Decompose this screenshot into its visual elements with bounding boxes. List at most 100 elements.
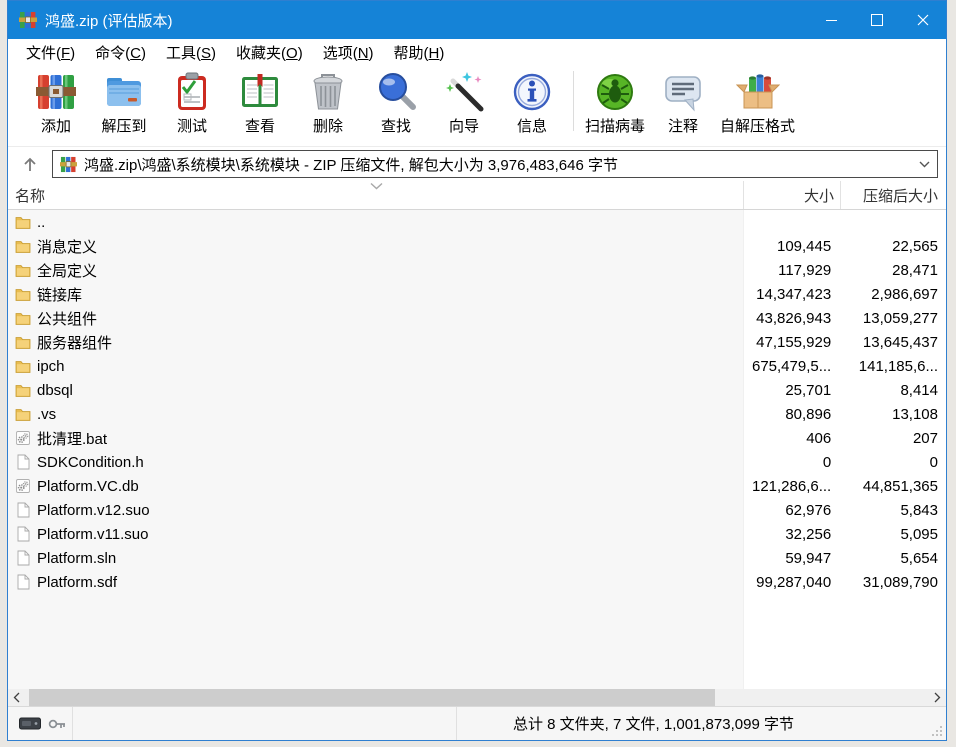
key-icon[interactable]: [48, 717, 66, 731]
file-size: 43,826,943: [741, 310, 837, 327]
menu-item-tools[interactable]: 工具(S): [156, 39, 226, 66]
sfx-button[interactable]: 自解压格式: [717, 70, 798, 136]
scrollbar-track[interactable]: [25, 689, 929, 706]
file-gear-icon: [15, 478, 31, 494]
file-packed-size: 5,843: [837, 502, 946, 519]
file-name: 链接库: [37, 284, 82, 305]
folder-icon: [15, 406, 31, 422]
file-name: 批清理.bat: [37, 428, 107, 449]
scroll-right-button[interactable]: [929, 689, 946, 706]
delete-trash-icon: [306, 70, 350, 114]
table-row[interactable]: ..: [8, 210, 946, 234]
folder-icon: [15, 238, 31, 254]
winrar-archive-icon: [60, 156, 77, 173]
minimize-button[interactable]: [808, 1, 854, 39]
file-packed-size: 0: [837, 454, 946, 471]
file-name: Platform.sdf: [37, 574, 117, 591]
title-bar[interactable]: 鸿盛.zip (评估版本): [8, 1, 946, 39]
add-button[interactable]: 添加: [22, 70, 90, 136]
delete-button[interactable]: 删除: [294, 70, 362, 136]
address-bar: 鸿盛.zip\鸿盛\系统模块\系统模块 - ZIP 压缩文件, 解包大小为 3,…: [8, 147, 946, 181]
scroll-left-button[interactable]: [8, 689, 25, 706]
table-row[interactable]: Platform.v12.suo 62,976 5,843: [8, 498, 946, 522]
test-button[interactable]: 测试: [158, 70, 226, 136]
horizontal-scrollbar[interactable]: [8, 689, 946, 706]
resize-grip-icon[interactable]: [931, 725, 943, 737]
wizard-wand-icon: [442, 70, 486, 114]
table-row[interactable]: 链接库 14,347,423 2,986,697: [8, 282, 946, 306]
maximize-button[interactable]: [854, 1, 900, 39]
comment-button[interactable]: 注释: [649, 70, 717, 136]
scan-virus-button[interactable]: 扫描病毒: [581, 70, 649, 136]
table-row[interactable]: Platform.v11.suo 32,256 5,095: [8, 522, 946, 546]
folder-icon: [15, 214, 31, 230]
file-icon: [15, 502, 31, 518]
toolbar-label: 自解压格式: [720, 115, 795, 136]
file-name: Platform.v12.suo: [37, 502, 150, 519]
file-icon: [15, 454, 31, 470]
table-row[interactable]: dbsql 25,701 8,414: [8, 378, 946, 402]
file-size: 121,286,6...: [741, 478, 837, 495]
folder-icon: [15, 310, 31, 326]
file-name: ipch: [37, 358, 65, 375]
table-row[interactable]: 消息定义 109,445 22,565: [8, 234, 946, 258]
extract-to-button[interactable]: 解压到: [90, 70, 158, 136]
drive-icon[interactable]: [19, 717, 41, 730]
find-magnifier-icon: [374, 70, 418, 114]
table-row[interactable]: Platform.VC.db 121,286,6... 44,851,365: [8, 474, 946, 498]
menu-item-favorites[interactable]: 收藏夹(O): [226, 39, 313, 66]
menu-item-help[interactable]: 帮助(H): [384, 39, 455, 66]
toolbar-separator: [573, 71, 574, 131]
toolbar-label: 查找: [381, 115, 411, 136]
toolbar-label: 扫描病毒: [585, 115, 645, 136]
file-packed-size: 44,851,365: [837, 478, 946, 495]
find-button[interactable]: 查找: [362, 70, 430, 136]
table-row[interactable]: Platform.sdf 99,287,040 31,089,790: [8, 570, 946, 594]
chevron-down-icon[interactable]: [919, 161, 930, 168]
table-row[interactable]: 公共组件 43,826,943 13,059,277: [8, 306, 946, 330]
view-button[interactable]: 查看: [226, 70, 294, 136]
menu-bar: 文件(F) 命令(C) 工具(S) 收藏夹(O) 选项(N) 帮助(H): [8, 39, 946, 65]
up-directory-button[interactable]: [8, 150, 52, 178]
folder-icon: [15, 358, 31, 374]
file-name: .vs: [37, 406, 56, 423]
statusbar-total: 总计 8 文件夹, 7 文件, 1,001,873,099 字节: [457, 713, 794, 734]
archive-path-combobox[interactable]: 鸿盛.zip\鸿盛\系统模块\系统模块 - ZIP 压缩文件, 解包大小为 3,…: [52, 150, 938, 178]
file-packed-size: 5,654: [837, 550, 946, 567]
column-header-packed-size[interactable]: 压缩后大小: [841, 181, 946, 209]
menu-item-commands[interactable]: 命令(C): [85, 39, 156, 66]
close-icon: [917, 14, 929, 26]
table-row[interactable]: 批清理.bat 406 207: [8, 426, 946, 450]
scrollbar-thumb[interactable]: [29, 689, 715, 706]
file-packed-size: 141,185,6...: [837, 358, 946, 375]
menu-item-file[interactable]: 文件(F): [16, 39, 85, 66]
up-arrow-icon: [22, 156, 38, 173]
file-packed-size: 28,471: [837, 262, 946, 279]
table-row[interactable]: Platform.sln 59,947 5,654: [8, 546, 946, 570]
window-title: 鸿盛.zip (评估版本): [45, 10, 173, 31]
info-button[interactable]: 信息: [498, 70, 566, 136]
file-name: 公共组件: [37, 308, 97, 329]
file-size: 0: [741, 454, 837, 471]
table-row[interactable]: ipch 675,479,5... 141,185,6...: [8, 354, 946, 378]
file-size: 109,445: [741, 238, 837, 255]
column-header-size[interactable]: 大小: [744, 181, 841, 209]
minimize-icon: [826, 20, 837, 21]
toolbar-label: 向导: [449, 115, 479, 136]
toolbar-label: 添加: [41, 115, 71, 136]
file-packed-size: 22,565: [837, 238, 946, 255]
maximize-icon: [871, 14, 883, 26]
table-row[interactable]: SDKCondition.h 0 0: [8, 450, 946, 474]
table-row[interactable]: .vs 80,896 13,108: [8, 402, 946, 426]
wizard-button[interactable]: 向导: [430, 70, 498, 136]
close-button[interactable]: [900, 1, 946, 39]
toolbar: 添加 解压到 测试: [8, 65, 946, 147]
table-row[interactable]: 全局定义 117,929 28,471: [8, 258, 946, 282]
menu-item-options[interactable]: 选项(N): [313, 39, 384, 66]
file-name: dbsql: [37, 382, 73, 399]
file-list: ..: [8, 210, 946, 689]
toolbar-label: 删除: [313, 115, 343, 136]
file-packed-size: 13,108: [837, 406, 946, 423]
table-row[interactable]: 服务器组件 47,155,929 13,645,437: [8, 330, 946, 354]
file-packed-size: 207: [837, 430, 946, 447]
